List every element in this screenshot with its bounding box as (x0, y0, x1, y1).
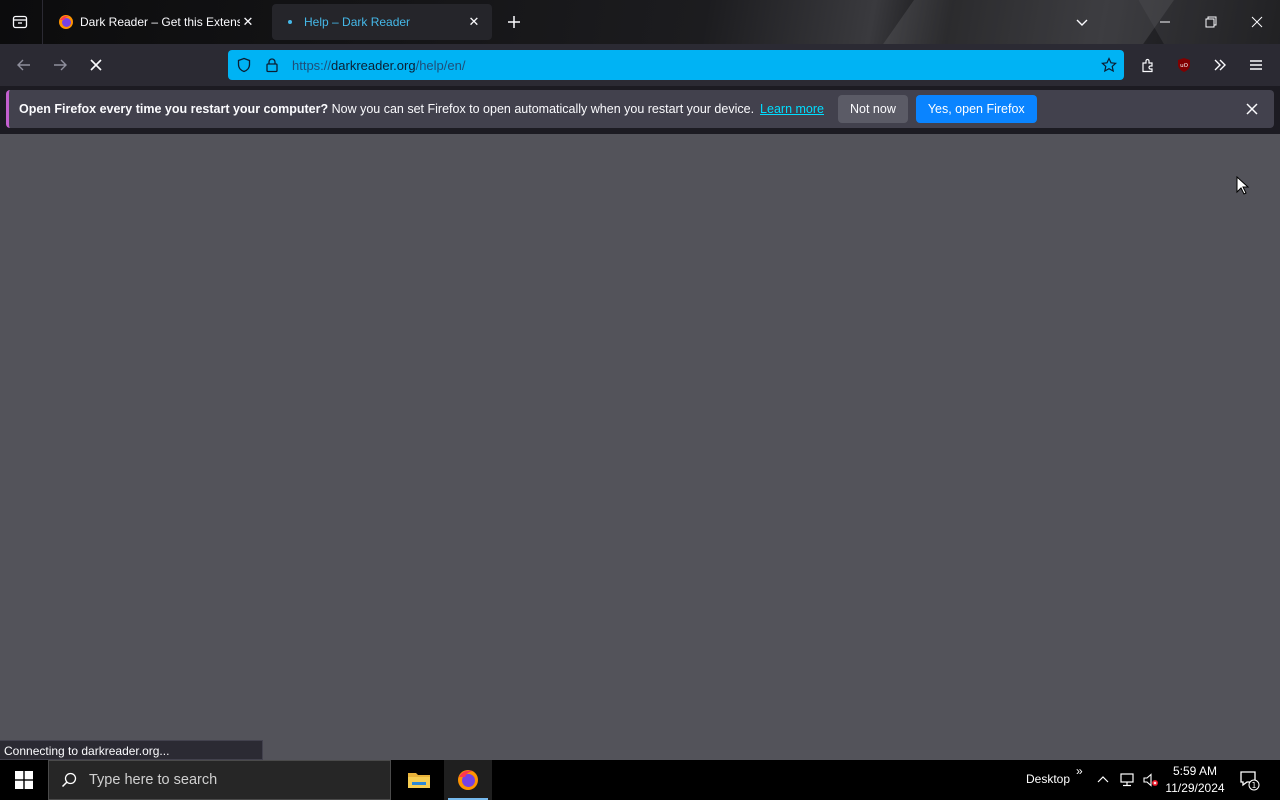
mouse-cursor-icon (1236, 175, 1250, 201)
volume-muted-icon (1143, 773, 1158, 787)
bookmark-star-button[interactable] (1094, 50, 1124, 80)
desktop-toolbar-label[interactable]: Desktop (1026, 772, 1070, 786)
tab-dark-reader-extension[interactable]: Dark Reader – Get this Extension for Fir… (48, 4, 266, 40)
url-host: darkreader.org (331, 57, 416, 73)
back-icon (17, 59, 30, 71)
navigation-toolbar: https://darkreader.org/help/en/ uO (0, 44, 1280, 86)
plus-icon (508, 16, 520, 28)
lock-icon[interactable] (258, 50, 286, 80)
network-icon (1120, 773, 1134, 787)
windows-logo-icon (15, 771, 33, 789)
close-icon (1251, 16, 1263, 28)
extensions-button[interactable] (1132, 49, 1164, 81)
notification-bold-text: Open Firefox every time you restart your… (19, 102, 329, 116)
tab-close-icon[interactable]: ✕ (466, 14, 482, 30)
bookmark-star-icon (1101, 57, 1117, 73)
show-hidden-icons-button[interactable] (1092, 768, 1114, 792)
firefox-favicon-icon (58, 14, 74, 30)
svg-text:uO: uO (1180, 63, 1188, 69)
tab-title: Dark Reader – Get this Extension for Fir… (80, 15, 240, 29)
new-tab-button[interactable] (500, 8, 528, 36)
stop-button[interactable] (80, 49, 112, 81)
tab-strip: Dark Reader – Get this Extension for Fir… (0, 0, 1280, 44)
desktop-toolbar-chevron-icon[interactable]: » (1076, 764, 1083, 778)
toolbar-overflow-button[interactable] (1204, 49, 1236, 81)
url-text[interactable]: https://darkreader.org/help/en/ (292, 58, 1094, 73)
search-placeholder: Type here to search (89, 772, 218, 788)
close-icon (1246, 103, 1258, 115)
url-scheme: https:// (292, 57, 332, 73)
notification-count: 1 (1252, 781, 1257, 790)
restore-icon (1205, 16, 1217, 28)
tab-close-icon[interactable]: ✕ (240, 14, 256, 30)
clock-date: 11/29/2024 (1165, 781, 1225, 795)
volume-tray-button[interactable] (1140, 768, 1162, 792)
tracking-protection-shield-icon[interactable] (230, 50, 258, 80)
firefox-taskbar-button[interactable] (444, 760, 492, 800)
list-all-tabs-button[interactable] (1068, 8, 1096, 36)
overflow-chevrons-icon (1214, 59, 1226, 71)
url-path: /help/en/ (415, 57, 466, 73)
ublock-origin-button[interactable]: uO (1168, 49, 1200, 81)
firefox-icon (458, 770, 478, 790)
forward-icon (54, 59, 67, 71)
forward-button[interactable] (44, 49, 76, 81)
url-bar[interactable]: https://darkreader.org/help/en/ (228, 50, 1124, 80)
app-menu-button[interactable] (1240, 49, 1272, 81)
notification-message: Open Firefox every time you restart your… (19, 102, 754, 116)
windows-taskbar: Type here to search Desktop » 5:59 AM 11… (0, 760, 1280, 800)
back-button[interactable] (8, 49, 40, 81)
notifications-icon: 1 (1240, 771, 1260, 791)
tab-help-dark-reader[interactable]: Help – Dark Reader ✕ (272, 4, 492, 40)
default-browser-notification: Open Firefox every time you restart your… (6, 90, 1274, 128)
notification-body-text: Now you can set Firefox to open automati… (331, 102, 755, 116)
yes-open-firefox-button[interactable]: Yes, open Firefox (915, 95, 1037, 123)
firefox-view-button[interactable] (4, 6, 36, 38)
clock-time: 5:59 AM (1172, 764, 1218, 778)
action-center-button[interactable]: 1 (1234, 766, 1264, 794)
start-button[interactable] (0, 760, 48, 800)
firefox-view-icon (12, 15, 28, 29)
learn-more-link[interactable]: Learn more (760, 102, 824, 116)
file-explorer-icon (408, 773, 430, 788)
extensions-icon (1142, 58, 1153, 73)
stop-icon (90, 59, 102, 71)
not-now-button[interactable]: Not now (837, 95, 908, 123)
tab-title: Help – Dark Reader (304, 15, 411, 29)
notification-close-button[interactable] (1238, 95, 1266, 123)
restore-button[interactable] (1188, 0, 1234, 44)
notification-area: Open Firefox every time you restart your… (0, 86, 1280, 134)
taskbar-search-box[interactable]: Type here to search (48, 760, 391, 800)
chevron-up-icon (1097, 776, 1109, 783)
minimize-icon (1160, 21, 1170, 23)
ublock-icon: uO (1178, 58, 1190, 72)
file-explorer-taskbar-button[interactable] (395, 760, 443, 800)
minimize-button[interactable] (1142, 0, 1188, 44)
chevron-down-icon (1076, 19, 1088, 26)
close-window-button[interactable] (1234, 0, 1280, 44)
status-panel: Connecting to darkreader.org... (0, 740, 263, 760)
taskbar-clock[interactable]: 5:59 AM 11/29/2024 (1160, 763, 1230, 797)
search-icon (49, 760, 89, 800)
page-content[interactable] (0, 134, 1280, 760)
tab-separator (42, 0, 43, 44)
menu-icon (1250, 60, 1262, 70)
loading-dot-icon (282, 14, 298, 30)
network-tray-button[interactable] (1116, 768, 1138, 792)
